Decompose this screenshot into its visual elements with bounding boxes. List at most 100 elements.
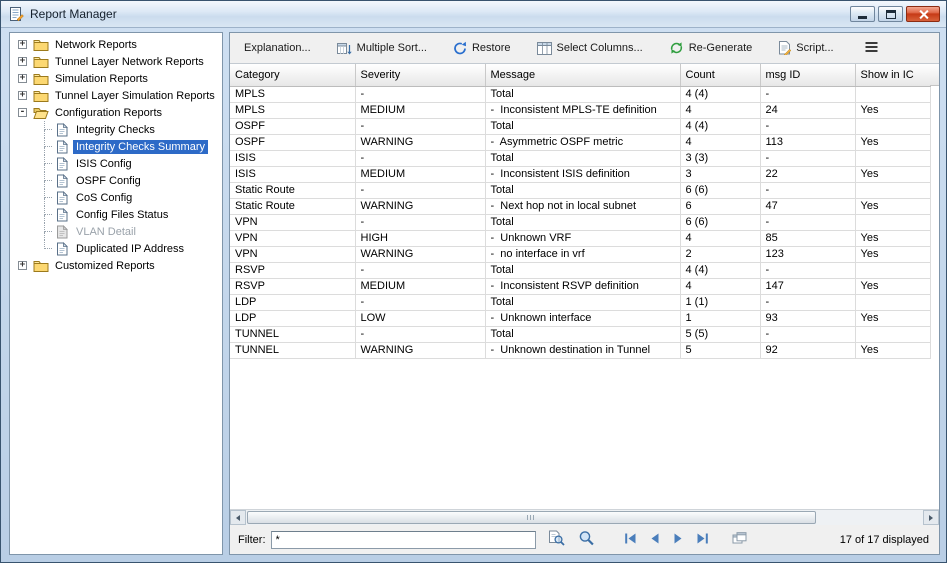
- tree-item-ospf-config[interactable]: OSPF Config: [10, 172, 222, 189]
- cell-count: 4: [680, 230, 760, 246]
- arrow-left-icon: [234, 510, 242, 525]
- tree-item-tunnel-layer-network-reports[interactable]: +Tunnel Layer Network Reports: [10, 53, 222, 70]
- cell-severity: MEDIUM: [355, 166, 485, 182]
- table-row[interactable]: OSPFWARNING- Asymmetric OSPF metric4113Y…: [230, 134, 930, 150]
- close-button[interactable]: [906, 6, 940, 22]
- table-row[interactable]: TUNNELWARNING- Unknown destination in Tu…: [230, 342, 930, 358]
- cell-msg-id: 123: [760, 246, 855, 262]
- maximize-button[interactable]: [878, 6, 903, 22]
- table-row[interactable]: VPNHIGH- Unknown VRF485Yes: [230, 230, 930, 246]
- scrollbar-thumb[interactable]: [247, 511, 816, 524]
- cell-show-in-ic: [855, 294, 930, 310]
- tree-item-vlan-detail[interactable]: VLAN Detail: [10, 223, 222, 240]
- table-row[interactable]: ISIS-Total3 (3)-: [230, 150, 930, 166]
- table-row[interactable]: TUNNEL-Total5 (5)-: [230, 326, 930, 342]
- column-header-category[interactable]: Category: [230, 64, 355, 86]
- next-page-button[interactable]: [670, 529, 686, 550]
- table-row[interactable]: MPLSMEDIUM- Inconsistent MPLS-TE definit…: [230, 102, 930, 118]
- open-in-window-button[interactable]: [729, 529, 750, 551]
- minimize-button[interactable]: [850, 6, 875, 22]
- expand-toggle[interactable]: +: [18, 91, 27, 100]
- new-window-icon: [732, 532, 747, 548]
- tree-item-tunnel-layer-simulation-reports[interactable]: +Tunnel Layer Simulation Reports: [10, 87, 222, 104]
- first-page-button[interactable]: [621, 529, 640, 550]
- find-icon: [548, 530, 565, 549]
- re-generate-button[interactable]: Re-Generate: [663, 37, 759, 59]
- tree-item-duplicated-ip-address[interactable]: Duplicated IP Address: [10, 240, 222, 257]
- cell-msg-id: -: [760, 118, 855, 134]
- table-row[interactable]: RSVPMEDIUM- Inconsistent RSVP definition…: [230, 278, 930, 294]
- expand-toggle[interactable]: +: [18, 40, 27, 49]
- maximize-icon: [886, 10, 896, 19]
- scroll-left-button[interactable]: [230, 510, 246, 525]
- cell-category: LDP: [230, 294, 355, 310]
- cell-category: TUNNEL: [230, 342, 355, 358]
- cell-category: RSVP: [230, 262, 355, 278]
- table-row[interactable]: VPNWARNING- no interface in vrf2123Yes: [230, 246, 930, 262]
- tree-item-label: Network Reports: [52, 38, 140, 52]
- column-header-show-in-ic[interactable]: Show in IC: [855, 64, 930, 86]
- find-button[interactable]: [545, 527, 568, 552]
- expand-toggle[interactable]: +: [18, 74, 27, 83]
- tree-item-label: Duplicated IP Address: [73, 242, 187, 256]
- tree-item-isis-config[interactable]: ISIS Config: [10, 155, 222, 172]
- cell-msg-id: 92: [760, 342, 855, 358]
- cell-category: LDP: [230, 310, 355, 326]
- filter-input[interactable]: [271, 531, 536, 549]
- nav-next-icon: [673, 532, 683, 547]
- table-row[interactable]: RSVP-Total4 (4)-: [230, 262, 930, 278]
- tree-item-label: VLAN Detail: [73, 225, 139, 239]
- bottom-buttons: [545, 527, 750, 552]
- tree-item-simulation-reports[interactable]: +Simulation Reports: [10, 70, 222, 87]
- select-columns-button[interactable]: Select Columns...: [531, 38, 649, 59]
- tree-item-customized-reports[interactable]: +Customized Reports: [10, 257, 222, 274]
- cell-count: 6 (6): [680, 182, 760, 198]
- column-header-message[interactable]: Message: [485, 64, 680, 86]
- scrollbar-track[interactable]: [246, 510, 923, 525]
- expand-toggle[interactable]: +: [18, 261, 27, 270]
- table-row[interactable]: MPLS-Total4 (4)-: [230, 86, 930, 102]
- tree-item-network-reports[interactable]: + Network Reports: [10, 36, 222, 53]
- restore-button[interactable]: Restore: [447, 37, 517, 59]
- table-row[interactable]: LDPLOW- Unknown interface193Yes: [230, 310, 930, 326]
- previous-page-button[interactable]: [647, 529, 663, 550]
- cell-severity: -: [355, 182, 485, 198]
- cell-severity: -: [355, 86, 485, 102]
- doc-icon: [53, 242, 70, 256]
- column-header-count[interactable]: Count: [680, 64, 760, 86]
- titlebar[interactable]: Report Manager: [1, 1, 946, 28]
- cell-message: - Unknown VRF: [485, 230, 680, 246]
- cell-msg-id: -: [760, 182, 855, 198]
- scroll-right-button[interactable]: [923, 510, 939, 525]
- tree-item-config-files-status[interactable]: Config Files Status: [10, 206, 222, 223]
- tree-item-integrity-checks[interactable]: Integrity Checks: [10, 121, 222, 138]
- toolbar-menu-button[interactable]: [858, 37, 885, 60]
- tree-item-cos-config[interactable]: CoS Config: [10, 189, 222, 206]
- table-row[interactable]: Static Route-Total6 (6)-: [230, 182, 930, 198]
- report-tree: + Network Reports+Tunnel Layer Network Re…: [9, 32, 223, 555]
- tree-item-integrity-checks-summary[interactable]: Integrity Checks Summary: [10, 138, 222, 155]
- horizontal-scrollbar[interactable]: [230, 509, 939, 525]
- table-row[interactable]: Static RouteWARNING- Next hop not in loc…: [230, 198, 930, 214]
- cell-category: ISIS: [230, 150, 355, 166]
- column-header-msg-id[interactable]: msg ID: [760, 64, 855, 86]
- last-page-button[interactable]: [693, 529, 712, 550]
- column-header-severity[interactable]: Severity: [355, 64, 485, 86]
- table-row[interactable]: VPN-Total6 (6)-: [230, 214, 930, 230]
- advanced-find-button[interactable]: [575, 527, 598, 552]
- table-row[interactable]: LDP-Total1 (1)-: [230, 294, 930, 310]
- cell-msg-id: 24: [760, 102, 855, 118]
- cell-show-in-ic: Yes: [855, 310, 930, 326]
- script-button[interactable]: Script...: [772, 37, 839, 59]
- cell-count: 4 (4): [680, 86, 760, 102]
- cell-category: OSPF: [230, 134, 355, 150]
- tree-item-configuration-reports[interactable]: -Configuration Reports: [10, 104, 222, 121]
- cell-msg-id: -: [760, 150, 855, 166]
- expand-toggle[interactable]: +: [18, 57, 27, 66]
- table-row[interactable]: ISISMEDIUM- Inconsistent ISIS definition…: [230, 166, 930, 182]
- script-icon: [778, 41, 791, 55]
- multiple-sort-button[interactable]: Multiple Sort...: [331, 38, 433, 59]
- table-row[interactable]: OSPF-Total4 (4)-: [230, 118, 930, 134]
- explanation-button[interactable]: Explanation...: [238, 38, 317, 58]
- expand-toggle[interactable]: -: [18, 108, 27, 117]
